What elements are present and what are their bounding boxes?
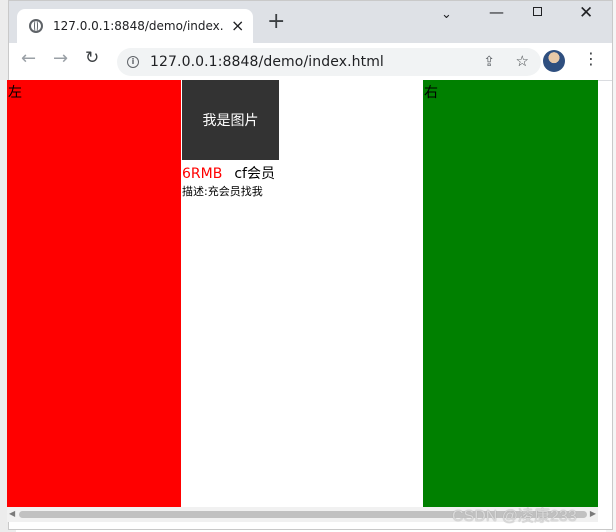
right-column: 右: [423, 80, 598, 507]
globe-icon: [29, 19, 43, 33]
price-text: 6RMB: [182, 166, 223, 182]
title-bar: 127.0.0.1:8848/demo/index.htm × + ⌄ — ✕: [9, 1, 612, 43]
reload-button[interactable]: ↻: [85, 50, 99, 67]
browser-menu-icon[interactable]: ⋮: [583, 51, 599, 67]
right-label: 右: [424, 85, 438, 101]
minimize-button[interactable]: —: [489, 3, 504, 21]
member-text: cf会员: [234, 166, 275, 182]
share-icon[interactable]: ⇪: [483, 54, 495, 70]
browser-toolbar: ← → ↻ i 127.0.0.1:8848/demo/index.html ⇪…: [9, 43, 612, 81]
price-row: 6RMB cf会员: [182, 163, 275, 183]
browser-tab[interactable]: 127.0.0.1:8848/demo/index.htm ×: [17, 9, 253, 43]
tab-close-icon[interactable]: ×: [231, 18, 244, 34]
maximize-button[interactable]: [533, 7, 542, 16]
left-column: 左: [7, 80, 181, 507]
close-window-button[interactable]: ✕: [579, 3, 593, 23]
left-label: 左: [8, 85, 22, 101]
scroll-right-arrow-icon[interactable]: ▶: [590, 509, 596, 518]
url-text[interactable]: 127.0.0.1:8848/demo/index.html: [150, 54, 384, 70]
description-text: 描述:充会员找我: [182, 185, 263, 198]
tab-search-chevron-icon[interactable]: ⌄: [441, 7, 452, 22]
tab-title: 127.0.0.1:8848/demo/index.htm: [53, 19, 223, 33]
site-info-icon[interactable]: i: [127, 56, 139, 68]
image-label: 我是图片: [202, 113, 259, 129]
address-bar[interactable]: i 127.0.0.1:8848/demo/index.html ⇪ ☆: [117, 48, 541, 76]
profile-avatar[interactable]: [543, 50, 565, 72]
bookmark-star-icon[interactable]: ☆: [516, 52, 529, 70]
page-viewport: 左 我是图片 6RMB cf会员 描述:充会员找我 右: [7, 80, 598, 507]
back-button[interactable]: ←: [21, 50, 36, 68]
scroll-left-arrow-icon[interactable]: ◀: [9, 509, 15, 518]
watermark: CSDN @凌康233: [452, 508, 577, 525]
image-placeholder: 我是图片: [182, 80, 279, 160]
new-tab-button[interactable]: +: [267, 11, 285, 33]
forward-button[interactable]: →: [53, 50, 68, 68]
